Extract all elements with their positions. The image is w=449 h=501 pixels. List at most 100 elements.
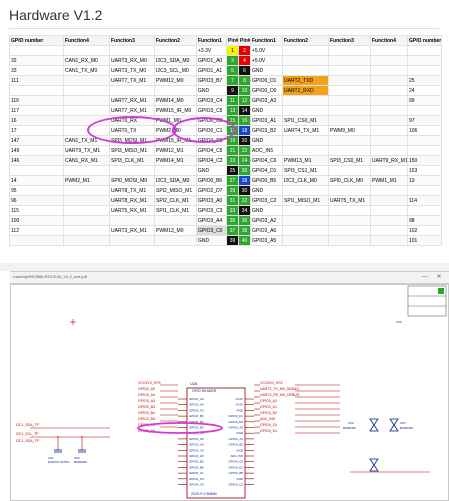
chip-pin-label: GPIO3_C2: [228, 483, 243, 487]
table-row: +3.3V 1 2 +5.0V: [9, 45, 442, 56]
net-label: GPIO0_B3: [138, 405, 155, 409]
chip-pin-label: GPIO0_B5: [228, 471, 243, 475]
table-cell: CAN1_TX_M0: [63, 65, 110, 76]
table-row: 116 UART7_RX_M1 PWM14_M0 GPIO3_C4 11 12 GPIO3_…: [9, 95, 442, 106]
pdf-viewer-window[interactable]: rockchip/RK3566-ROCK3A_V1.2_sch.pdf — ✕ …: [10, 271, 449, 501]
table-cell: [370, 145, 408, 156]
net-label: UART2_RX_M0_DEBUG: [260, 393, 300, 397]
table-cell: 31: [226, 195, 239, 206]
table-cell: [370, 205, 408, 216]
column-header: Function3: [109, 35, 155, 46]
table-cell: GPIO3_A1: [250, 115, 283, 126]
right-net-labels: VCC5V0_SYS UART2_TX_M0_DEBUG UART2_RX_M0_D…: [254, 381, 340, 434]
net-label: GPIO3_A1: [260, 405, 277, 409]
left-pullup-parts: I2C1_SDA_TP I2C1_SCL_TP I2C1_SDA_TP U51 …: [16, 423, 110, 464]
table-cell: UART5_RX_M1: [109, 205, 155, 216]
table-cell: [9, 85, 64, 96]
table-cell: [328, 115, 371, 126]
table-cell: 153: [407, 165, 442, 176]
document-titlebar[interactable]: rockchip/RK3566-ROCK3A_V1.2_sch.pdf — ✕: [10, 272, 449, 284]
table-cell: UART7_RX_M1: [109, 105, 155, 116]
table-cell: [63, 185, 110, 196]
chip-pin-label: GPIO0_B3: [189, 414, 204, 418]
table-cell: GND: [196, 165, 227, 176]
table-cell: SPI0_CLK_M0: [328, 175, 371, 186]
net-label: GPIO4_C6: [260, 423, 277, 427]
table-cell: 25: [226, 165, 239, 176]
table-cell: PWM13_M0: [154, 225, 197, 236]
table-row: GND 39 40 GPIO3_A5 101: [9, 235, 442, 246]
net-label: UART2_TX_M0_DEBUG: [260, 387, 299, 391]
svg-text:U52: U52: [348, 421, 354, 425]
chip-pin-label: GPIO3_A5: [189, 454, 204, 458]
net-label: GPIO0_B4: [138, 411, 155, 415]
table-row: GND 9 10 GPIO0_D0 UART2_RXD 24: [9, 85, 442, 96]
table-cell: [370, 185, 408, 196]
table-cell: 100: [9, 215, 64, 226]
table-cell: GPIO3_C0: [196, 225, 227, 236]
table-cell: UART3_RX_M0: [109, 55, 155, 66]
table-cell: PWM13_M1: [282, 155, 329, 166]
table-cell: [370, 125, 408, 136]
table-cell: 34: [238, 205, 251, 216]
table-cell: 22: [238, 145, 251, 156]
table-cell: PWM1_M1: [370, 175, 408, 186]
table-cell: [370, 235, 408, 246]
svg-text:I2C1_SCL_TP: I2C1_SCL_TP: [16, 432, 39, 436]
table-cell: SPI3_CS1_M1: [282, 165, 329, 176]
minimize-button[interactable]: —: [420, 273, 430, 281]
table-cell: 38: [238, 225, 251, 236]
table-cell: 13: [226, 105, 239, 116]
table-cell: [328, 165, 371, 176]
table-cell: UART8_RX_M1: [109, 195, 155, 206]
table-cell: UART2_TXD: [282, 75, 329, 86]
net-label: GPIO4_D1: [260, 429, 277, 433]
table-cell: UART9_TX_M1: [63, 145, 110, 156]
table-cell: [370, 75, 408, 86]
svg-text:BZM0402: BZM0402: [74, 460, 87, 464]
table-cell: [328, 205, 371, 216]
close-button[interactable]: ✕: [434, 273, 444, 281]
svg-text:I2C1_SDA_TP: I2C1_SDA_TP: [16, 423, 40, 427]
table-cell: 13: [407, 175, 442, 186]
table-cell: 36: [238, 215, 251, 226]
table-cell: UART7_TX_M1: [109, 75, 155, 86]
column-header: Function3: [328, 35, 371, 46]
table-cell: [9, 235, 64, 246]
table-row: 96 UART8_RX_M1 SPI2_CLK_M1 GPIO3_A0 31 32 GPIO…: [9, 195, 442, 206]
column-header: Pin#: [238, 35, 251, 46]
table-row: 14 PWM2_M1 SPI0_MOSI_M0 I2C2_SDA_M0 GPIO0_B6…: [9, 175, 442, 186]
table-cell: [63, 235, 110, 246]
table-cell: 95: [9, 185, 64, 196]
table-cell: 2: [238, 45, 251, 56]
table-cell: 18: [238, 125, 251, 136]
column-header: Function2: [282, 35, 329, 46]
table-cell: [282, 65, 329, 76]
table-cell: 39: [226, 235, 239, 246]
net-label: VCC5V0_SYS: [260, 381, 283, 385]
table-cell: I2C3_SCL_M0: [154, 65, 197, 76]
table-cell: [370, 65, 408, 76]
table-cell: I2C2_SDA_M0: [154, 175, 197, 186]
table-cell: 29: [226, 185, 239, 196]
table-cell: 4: [238, 55, 251, 66]
table-cell: [370, 115, 408, 126]
table-cell: [282, 55, 329, 66]
table-cell: 35: [226, 215, 239, 226]
table-cell: I2C2_CLK_M0: [282, 175, 329, 186]
table-cell: [109, 45, 155, 56]
table-cell: 25: [407, 75, 442, 86]
table-cell: [154, 85, 197, 96]
chip-pin-label: GND: [236, 431, 244, 435]
table-cell: +5.0V: [250, 45, 283, 56]
gpio-pin-table: GPIO number Function4 Function3 Function2 Fu…: [9, 35, 442, 246]
table-row: 95 UART8_TX_M1 SPI2_MISO_M1 GPIO2_D7 29 30 GND: [9, 185, 442, 196]
column-header: GPIO number: [9, 35, 64, 46]
column-header: Function4: [370, 35, 408, 46]
table-cell: [282, 225, 329, 236]
table-cell: 10: [238, 85, 251, 96]
table-cell: [328, 185, 371, 196]
table-cell: [282, 105, 329, 116]
net-label: GPIO0_A0: [138, 387, 155, 391]
net-label: GPIO3_A2: [260, 399, 277, 403]
